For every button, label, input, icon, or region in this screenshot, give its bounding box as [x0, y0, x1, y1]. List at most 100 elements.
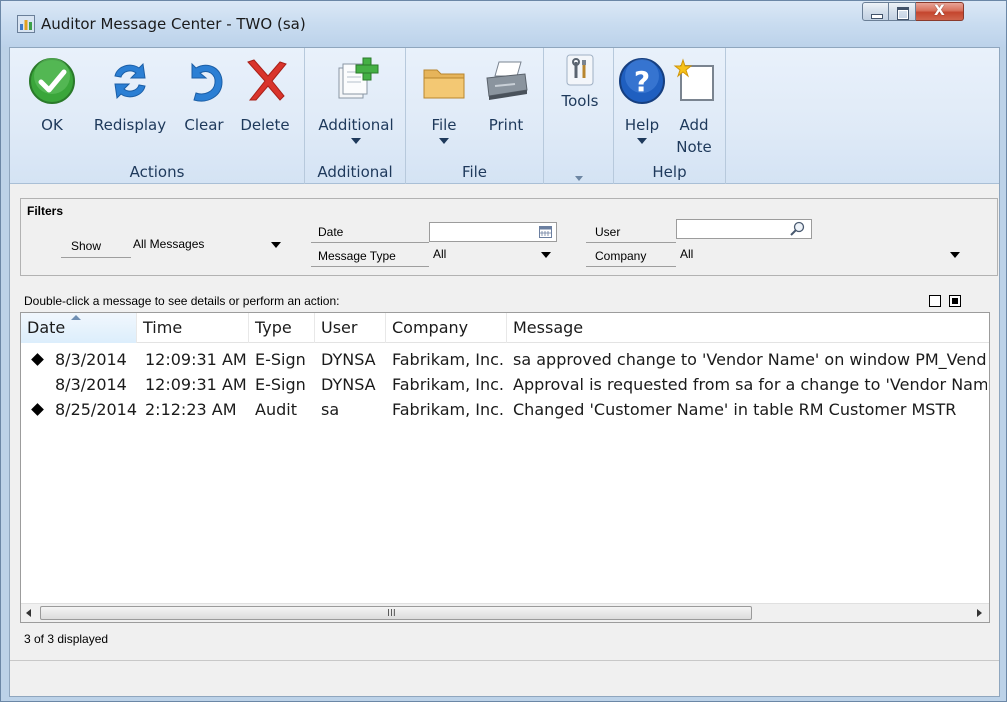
- clear-label: Clear: [184, 116, 224, 134]
- column-header-company[interactable]: Company: [386, 313, 507, 343]
- date-label: Date: [318, 225, 344, 239]
- ribbon-group-label-file: File: [461, 163, 488, 181]
- clear-button[interactable]: Clear: [180, 52, 228, 152]
- print-label: Print: [488, 116, 524, 134]
- column-header-label: Message: [513, 318, 584, 337]
- add-note-button[interactable]: Add Note: [670, 52, 718, 162]
- table-row[interactable]: 8/3/2014 12:09:31 AM E-Sign DYNSA Fabrikam, …: [21, 347, 989, 372]
- company-label: Company: [595, 249, 647, 263]
- dropdown-arrow-icon: [271, 242, 281, 248]
- calendar-icon[interactable]: [539, 226, 552, 241]
- tools-label: Tools: [561, 92, 599, 110]
- message-type-select-value: All: [433, 247, 447, 261]
- close-button[interactable]: [916, 2, 964, 21]
- cell-company: Fabrikam, Inc.: [392, 375, 505, 394]
- lookup-magnifier-icon[interactable]: [789, 221, 805, 240]
- app-window: Auditor Message Center - TWO (sa) OK: [0, 0, 1007, 702]
- print-button[interactable]: Print: [476, 52, 536, 152]
- flag-bullet-icon: [31, 353, 44, 366]
- ribbon-group-file: File Print File: [406, 48, 544, 184]
- file-menu-button[interactable]: File: [420, 52, 468, 162]
- dropdown-caret-icon: [439, 138, 449, 144]
- ribbon-group-additional: Additional Additional: [305, 48, 406, 184]
- show-select[interactable]: All Messages: [129, 235, 287, 255]
- cell-user: DYNSA: [321, 350, 376, 369]
- list-hint: Double-click a message to see details or…: [24, 294, 340, 308]
- divider: [10, 660, 999, 661]
- message-type-label: Message Type: [318, 249, 396, 263]
- show-label: Show: [71, 239, 102, 253]
- delete-x-icon: [242, 56, 288, 110]
- tools-menu-button[interactable]: Tools: [552, 52, 608, 122]
- scroll-right-icon[interactable]: [977, 609, 982, 617]
- divider: [311, 266, 429, 267]
- note-icon: [669, 56, 719, 110]
- window-title: Auditor Message Center - TWO (sa): [41, 15, 306, 33]
- date-input[interactable]: [429, 222, 557, 242]
- client-area: OK Redisplay Clear Delete Actions Additi…: [9, 47, 1000, 697]
- help-label: Help: [618, 114, 666, 144]
- add-note-label: Add Note: [676, 116, 712, 156]
- tools-group-caret[interactable]: [544, 168, 613, 181]
- column-header-date[interactable]: Date: [21, 313, 137, 343]
- divider: [586, 266, 676, 267]
- column-header-label: Date: [27, 318, 66, 337]
- filters-title: Filters: [27, 204, 64, 218]
- scrollbar-thumb[interactable]: III: [40, 606, 752, 620]
- redisplay-button[interactable]: Redisplay: [90, 52, 170, 152]
- additional-label: Additional: [313, 114, 399, 144]
- column-header-user[interactable]: User: [315, 313, 386, 343]
- divider: [61, 257, 131, 258]
- svg-text:?: ?: [634, 65, 650, 98]
- horizontal-scrollbar[interactable]: III: [21, 603, 989, 622]
- company-select[interactable]: All: [676, 245, 966, 265]
- file-label: File: [420, 114, 468, 144]
- tools-icon: [566, 54, 594, 90]
- column-header-time[interactable]: Time: [137, 313, 249, 343]
- folder-icon: [419, 56, 469, 110]
- ribbon-group-tools: Tools: [544, 48, 614, 184]
- show-select-value: All Messages: [133, 237, 205, 251]
- sort-ascending-icon: [71, 315, 81, 320]
- additional-menu-button[interactable]: Additional: [313, 52, 399, 162]
- column-header-label: Company: [392, 318, 469, 337]
- company-select-value: All: [680, 247, 694, 261]
- cell-time: 12:09:31 AM: [145, 350, 247, 369]
- column-header-label: User: [321, 318, 358, 337]
- view-collapsed-toggle[interactable]: [929, 295, 941, 307]
- cell-type: E-Sign: [255, 375, 306, 394]
- cell-time: 2:12:23 AM: [145, 400, 237, 419]
- view-expanded-toggle[interactable]: [949, 295, 961, 307]
- cell-company: Fabrikam, Inc.: [392, 350, 505, 369]
- scroll-left-icon[interactable]: [26, 609, 31, 617]
- ribbon-group-actions: OK Redisplay Clear Delete Actions: [10, 48, 305, 184]
- minimize-button[interactable]: [862, 2, 889, 21]
- table-row[interactable]: 8/25/2014 2:12:23 AM Audit sa Fabrikam, Inc.…: [21, 397, 989, 422]
- filters-panel: Filters Show All Messages Date Message T…: [20, 198, 998, 276]
- ribbon: OK Redisplay Clear Delete Actions Additi…: [10, 48, 999, 184]
- help-menu-button[interactable]: ? Help: [618, 52, 666, 162]
- column-header-message[interactable]: Message: [507, 313, 989, 343]
- refresh-icon: [107, 56, 153, 110]
- undo-icon: [182, 56, 226, 110]
- user-input[interactable]: [676, 219, 812, 239]
- table-row[interactable]: 8/3/2014 12:09:31 AM E-Sign DYNSA Fabrikam, …: [21, 372, 989, 397]
- divider: [586, 242, 676, 243]
- flag-bullet-icon: [31, 403, 44, 416]
- ribbon-group-help: ? Help Add Note Help: [614, 48, 726, 184]
- document-add-icon: [331, 56, 381, 110]
- delete-label: Delete: [240, 116, 290, 134]
- message-list[interactable]: Date Time Type User Company Message 8/3/…: [20, 312, 990, 623]
- ribbon-group-label-additional: Additional: [317, 163, 393, 181]
- delete-button[interactable]: Delete: [236, 52, 294, 152]
- maximize-button[interactable]: [889, 2, 916, 21]
- user-label: User: [595, 225, 621, 239]
- cell-user: DYNSA: [321, 375, 376, 394]
- column-header-type[interactable]: Type: [249, 313, 315, 343]
- message-type-select[interactable]: All: [429, 245, 557, 265]
- cell-date: 8/25/2014: [55, 400, 138, 419]
- ok-button[interactable]: OK: [29, 52, 75, 152]
- cell-type: Audit: [255, 400, 297, 419]
- title-bar[interactable]: Auditor Message Center - TWO (sa): [1, 1, 1006, 47]
- dropdown-caret-icon: [637, 138, 647, 144]
